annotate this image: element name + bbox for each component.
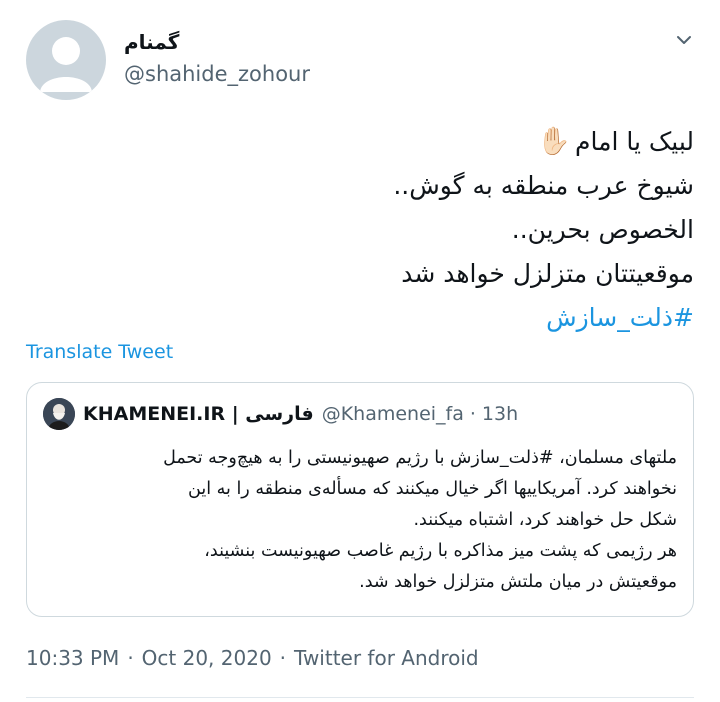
quoted-tweet-header: KHAMENEI.IR | فارسی @Khamenei_fa · 13h [43, 397, 518, 431]
quoted-tweet[interactable]: KHAMENEI.IR | فارسی @Khamenei_fa · 13h م… [26, 382, 694, 617]
quoted-handle: @Khamenei_fa [321, 403, 464, 425]
user-avatar[interactable] [26, 20, 106, 100]
divider [26, 697, 694, 698]
quoted-separator: · [469, 403, 476, 425]
user-handle[interactable]: @shahide_zohour [124, 62, 310, 86]
default-avatar-icon [40, 37, 92, 92]
tweet-line: شیوخ عرب منطقه به گوش.. [393, 171, 694, 200]
more-options-button[interactable] [670, 26, 698, 54]
quoted-avatar-icon [43, 398, 75, 430]
translate-tweet-link[interactable]: Translate Tweet [26, 341, 173, 363]
quoted-display-name: KHAMENEI.IR | فارسی [83, 403, 314, 425]
tweet-metadata: 10:33 PM · Oct 20, 2020 · Twitter for Androi… [26, 646, 479, 670]
tweet-line: لبیک یا امام✋🏻 [34, 120, 694, 164]
tweet-text: لبیک یا امام✋🏻 شیوخ عرب منطقه به گوش.. ا… [34, 120, 694, 340]
chevron-down-icon [677, 36, 691, 44]
raised-hand-icon: ✋🏻 [537, 126, 572, 157]
source-app-link[interactable]: Twitter for Android [294, 646, 479, 670]
tweet-date[interactable]: Oct 20, 2020 [142, 646, 272, 670]
quoted-tweet-text: ملتهای مسلمان، #ذلت_سازش با رژیم صهیونیس… [37, 443, 677, 598]
quoted-line: ملتهای مسلمان، #ذلت_سازش با رژیم صهیونیس… [163, 448, 677, 468]
meta-separator: · [127, 646, 134, 670]
tweet-line: الخصوص بحرین.. [511, 215, 694, 244]
tweet-line-text: لبیک یا امام [575, 127, 694, 156]
tweet-line: موقعیتتان متزلزل خواهد شد [401, 259, 694, 288]
meta-separator: · [279, 646, 287, 670]
tweet-time[interactable]: 10:33 PM [26, 646, 119, 670]
display-name[interactable]: گمنام [124, 30, 179, 54]
quoted-line: نخواهند کرد. آمریکاییها اگر خیال میکنند … [188, 479, 677, 499]
quoted-avatar [43, 398, 75, 430]
hashtag-link[interactable]: #ذلت_سازش [34, 296, 694, 340]
quoted-timestamp: 13h [481, 403, 519, 425]
quoted-line: هر رژیمی که پشت میز مذاکره با رژیم غاصب … [204, 541, 677, 561]
quoted-line: موقعیتش در میان ملتش متزلزل خواهد شد. [359, 572, 677, 592]
quoted-line: شکل حل خواهند کرد، اشتباه میکنند. [413, 510, 677, 530]
